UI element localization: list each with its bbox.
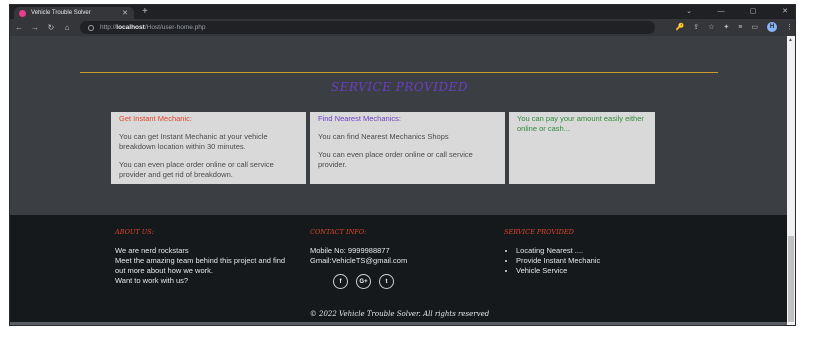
home-icon[interactable]: ⌂ <box>60 23 74 32</box>
back-icon[interactable]: ← <box>12 23 26 32</box>
card-title: Find Nearest Mechanics: <box>318 114 401 123</box>
page-content: SERVICE PROVIDED Get Instant Mechanic: Y… <box>10 36 789 325</box>
list-item: Provide Instant Mechanic <box>516 256 664 266</box>
twitter-icon[interactable]: t <box>379 274 394 289</box>
list-item: Locating Nearest .... <box>516 246 664 256</box>
new-tab-icon[interactable]: + <box>142 6 148 18</box>
facebook-icon[interactable]: f <box>333 274 348 289</box>
toolbar-actions: 🔑 ⇪ ☆ ✦ ≡ ▭ H ⋮ <box>676 22 793 32</box>
footer-heading: ABOUT US: <box>115 228 154 236</box>
footer-text: Want to work with us? <box>115 276 189 285</box>
menu-icon[interactable]: ⋮ <box>786 23 793 31</box>
services-list: Locating Nearest .... Provide Instant Me… <box>504 246 664 276</box>
page-bottom-band <box>10 322 789 325</box>
browser-toolbar: ← → ↻ ⌂ http:// localhost /Host/user-hom… <box>10 19 795 36</box>
list-item: Vehicle Service <box>516 266 664 276</box>
scrollbar-thumb[interactable] <box>788 236 794 322</box>
close-window-icon[interactable]: ✕ <box>779 6 791 18</box>
close-tab-icon[interactable]: ✕ <box>122 10 128 17</box>
service-card-nearest-mechanics: Find Nearest Mechanics: You can find Nea… <box>310 112 505 184</box>
footer-services: SERVICE PROVIDED Locating Nearest .... P… <box>504 227 664 276</box>
profile-avatar[interactable]: H <box>767 22 777 32</box>
site-info-icon[interactable] <box>88 24 94 31</box>
copyright-text: © 2022 Vehicle Trouble Solver. All right… <box>309 310 490 318</box>
mobile-number: Mobile No: 9999988877 <box>310 246 390 255</box>
reload-icon[interactable]: ↻ <box>44 23 58 32</box>
footer-contact: CONTACT INFO: Mobile No: 9999988877 Gmai… <box>310 227 470 289</box>
url-path: /Host/user-home.php <box>144 24 206 31</box>
divider <box>80 72 718 73</box>
card-text: You can even place order online or call … <box>119 160 274 179</box>
window-controls: ⌄ — ▢ ✕ <box>683 6 791 18</box>
footer-heading: SERVICE PROVIDED <box>504 228 574 236</box>
footer-heading: CONTACT INFO: <box>310 228 367 236</box>
footer: ABOUT US: We are nerd rockstars Meet the… <box>10 215 789 322</box>
card-text: You can get Instant Mechanic at your veh… <box>119 132 268 151</box>
google-plus-icon[interactable]: G+ <box>356 274 371 289</box>
tab-bar: Vehicle Trouble Solver ✕ + ⌄ — ▢ ✕ <box>10 5 795 19</box>
footer-text: Meet the amazing team behind this projec… <box>115 256 286 275</box>
card-title: Get Instant Mechanic: <box>119 114 192 123</box>
favicon-icon <box>19 9 26 17</box>
email-address: Gmail:VehicleTS@gmail.com <box>310 256 408 265</box>
extensions-icon[interactable]: ✦ <box>723 23 729 31</box>
forward-icon[interactable]: → <box>28 23 42 32</box>
social-links: f G+ t <box>310 274 470 289</box>
share-icon[interactable]: ⇪ <box>693 23 699 31</box>
scrollbar[interactable]: ▲ <box>787 36 795 325</box>
footer-about: ABOUT US: We are nerd rockstars Meet the… <box>115 227 295 286</box>
service-card-payment: You can pay your amount easily either on… <box>509 112 655 184</box>
maximize-icon[interactable]: ▢ <box>747 6 759 18</box>
tab-search-icon[interactable]: ⌄ <box>683 6 695 18</box>
card-title: You can pay your amount easily either on… <box>517 114 644 133</box>
section-title: SERVICE PROVIDED <box>331 80 468 94</box>
side-panel-icon[interactable]: ▭ <box>751 23 758 31</box>
reading-list-icon[interactable]: ≡ <box>738 24 742 31</box>
service-card-instant-mechanic: Get Instant Mechanic: You can get Instan… <box>111 112 306 184</box>
card-text: You can find Nearest Mechanics Shops <box>318 132 449 141</box>
card-text: You can even place order online or call … <box>318 150 473 169</box>
url-scheme: http:// <box>100 24 117 31</box>
url-host: localhost <box>116 24 145 31</box>
minimize-icon[interactable]: — <box>715 6 727 18</box>
footer-text: We are nerd rockstars <box>115 246 189 255</box>
bookmark-star-icon[interactable]: ☆ <box>708 23 714 31</box>
scroll-up-icon[interactable]: ▲ <box>788 37 793 43</box>
browser-tab[interactable]: Vehicle Trouble Solver ✕ <box>14 7 134 19</box>
browser-window: Vehicle Trouble Solver ✕ + ⌄ — ▢ ✕ ← → ↻… <box>9 4 796 326</box>
password-key-icon[interactable]: 🔑 <box>676 23 685 31</box>
tab-title: Vehicle Trouble Solver <box>31 10 91 16</box>
address-bar[interactable]: http:// localhost /Host/user-home.php <box>80 21 655 34</box>
